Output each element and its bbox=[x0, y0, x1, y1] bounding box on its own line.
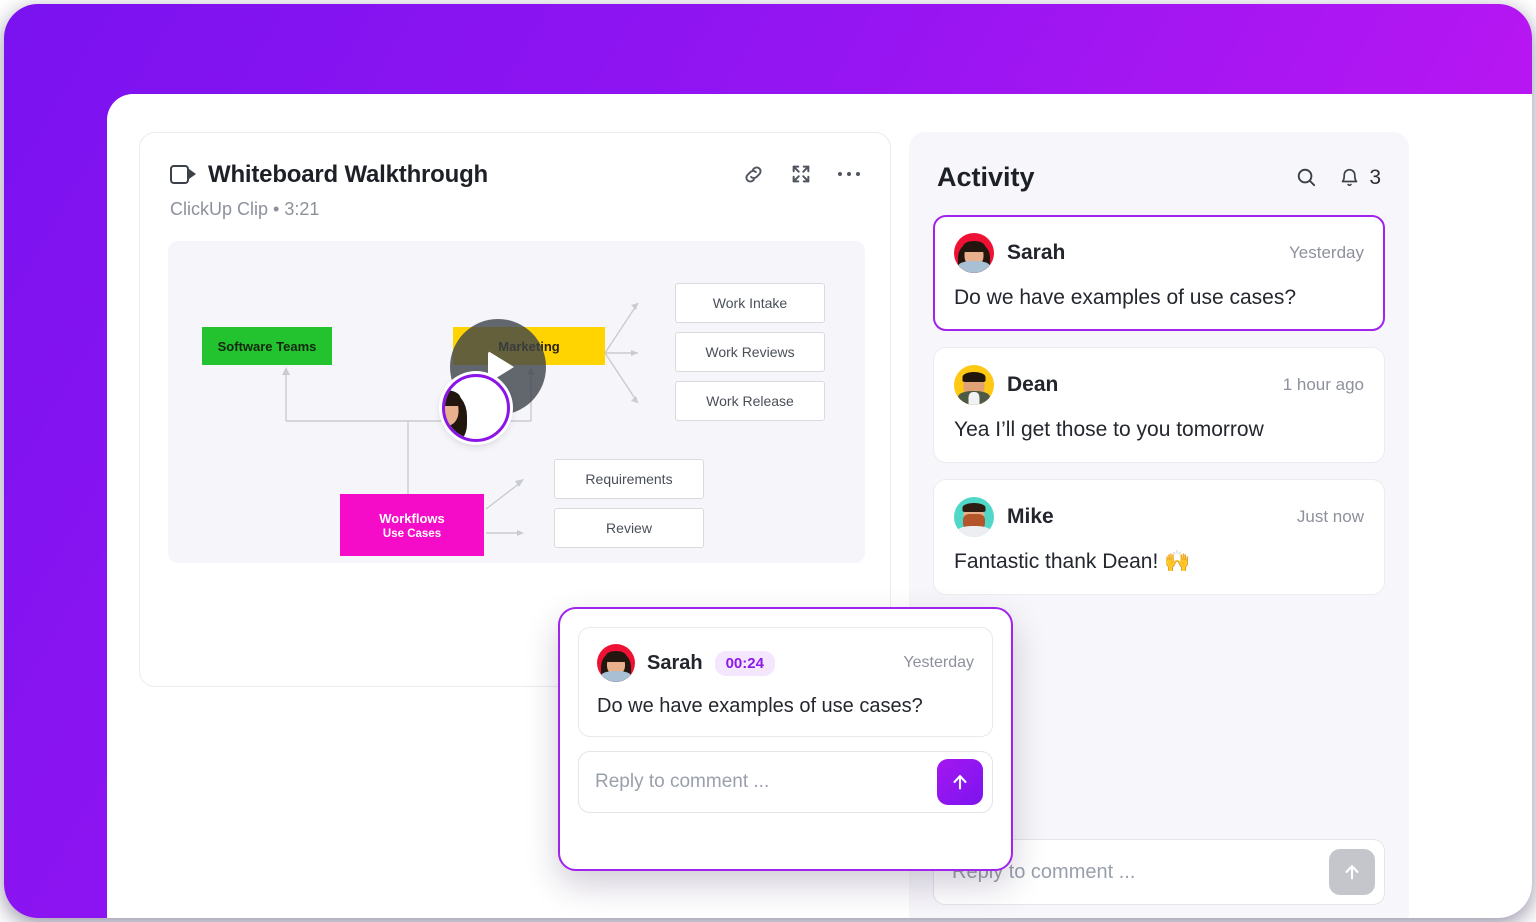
board-node-work-reviews[interactable]: Work Reviews bbox=[675, 332, 825, 372]
board-node-workflows[interactable]: Workflows Use Cases bbox=[340, 494, 484, 556]
clip-comment-popup: Sarah 00:24 Yesterday Do we have example… bbox=[558, 607, 1013, 871]
popup-comment-time: Yesterday bbox=[903, 654, 974, 671]
board-node-label: Review bbox=[606, 520, 652, 536]
avatar bbox=[954, 497, 994, 537]
activity-comment-sarah[interactable]: Sarah Yesterday Do we have examples of u… bbox=[933, 215, 1385, 331]
popup-reply-input[interactable]: Reply to comment ... bbox=[595, 771, 769, 793]
comment-author: Sarah bbox=[1007, 241, 1066, 264]
page-title: Whiteboard Walkthrough bbox=[208, 161, 489, 188]
activity-comment-dean[interactable]: Dean 1 hour ago Yea I’ll get those to yo… bbox=[933, 347, 1385, 463]
notifications-button[interactable]: 3 bbox=[1339, 166, 1381, 190]
clip-actions bbox=[740, 161, 862, 187]
board-node-work-release[interactable]: Work Release bbox=[675, 381, 825, 421]
avatar bbox=[954, 233, 994, 273]
comment-header: Mike Just now bbox=[954, 497, 1364, 537]
comment-header: Sarah Yesterday bbox=[954, 233, 1364, 273]
popup-send-button[interactable] bbox=[937, 759, 983, 805]
board-node-sublabel: Use Cases bbox=[382, 527, 442, 540]
comment-header: Dean 1 hour ago bbox=[954, 365, 1364, 405]
popup-comment-header: Sarah 00:24 Yesterday bbox=[597, 644, 974, 682]
comment-time: 1 hour ago bbox=[1282, 375, 1364, 394]
popup-timestamp-badge[interactable]: 00:24 bbox=[714, 650, 775, 676]
search-icon[interactable] bbox=[1293, 165, 1319, 191]
avatar bbox=[597, 644, 635, 682]
board-node-label: Software Teams bbox=[217, 338, 317, 354]
comment-author: Dean bbox=[1007, 373, 1059, 396]
activity-tools: 3 bbox=[1293, 165, 1381, 191]
board-node-review[interactable]: Review bbox=[554, 508, 704, 548]
avatar-marker-sarah[interactable] bbox=[442, 374, 510, 442]
comment-time: Yesterday bbox=[1289, 243, 1364, 262]
activity-send-button[interactable] bbox=[1329, 849, 1375, 895]
board-node-label: Requirements bbox=[585, 471, 673, 487]
clip-header: Whiteboard Walkthrough ClickUp Clip • 3:… bbox=[140, 133, 890, 220]
notification-count: 3 bbox=[1369, 165, 1381, 189]
board-node-requirements[interactable]: Requirements bbox=[554, 459, 704, 499]
expand-icon[interactable] bbox=[788, 161, 814, 187]
comment-time: Just now bbox=[1296, 507, 1364, 526]
board-node-work-intake[interactable]: Work Intake bbox=[675, 283, 825, 323]
whiteboard-canvas[interactable]: Software Teams Marketing Workflows Use C… bbox=[168, 241, 865, 563]
popup-comment-card[interactable]: Sarah 00:24 Yesterday Do we have example… bbox=[578, 627, 993, 737]
clip-subtitle: ClickUp Clip • 3:21 bbox=[170, 199, 320, 219]
gradient-background: Whiteboard Walkthrough ClickUp Clip • 3:… bbox=[4, 4, 1532, 918]
board-node-label: Work Intake bbox=[712, 295, 788, 311]
popup-comment-text: Do we have examples of use cases? bbox=[597, 695, 923, 717]
board-node-label: Workflows bbox=[379, 510, 445, 526]
popup-reply-row: Reply to comment ... bbox=[578, 751, 993, 813]
popup-comment-author: Sarah bbox=[647, 651, 703, 674]
link-icon[interactable] bbox=[740, 161, 766, 187]
comment-text: Do we have examples of use cases? bbox=[954, 286, 1297, 309]
comment-text: Yea I’ll get those to you tomorrow bbox=[954, 418, 1264, 441]
comment-text: Fantastic thank Dean! 🙌 bbox=[954, 550, 1191, 573]
app-window: Whiteboard Walkthrough ClickUp Clip • 3:… bbox=[107, 94, 1532, 918]
activity-comment-list: Sarah Yesterday Do we have examples of u… bbox=[909, 193, 1409, 595]
video-camera-icon bbox=[170, 165, 196, 185]
activity-title: Activity bbox=[937, 162, 1035, 192]
activity-comment-mike[interactable]: Mike Just now Fantastic thank Dean! 🙌 bbox=[933, 479, 1385, 595]
comment-author: Mike bbox=[1007, 505, 1054, 528]
board-node-label: Work Reviews bbox=[705, 344, 795, 360]
activity-header: Activity 3 bbox=[909, 132, 1409, 193]
ellipsis-icon[interactable] bbox=[836, 161, 862, 187]
avatar bbox=[954, 365, 994, 405]
board-node-label: Work Release bbox=[706, 393, 794, 409]
bell-icon bbox=[1341, 168, 1358, 186]
board-node-software-teams[interactable]: Software Teams bbox=[202, 327, 332, 365]
clip-viewer-panel: Whiteboard Walkthrough ClickUp Clip • 3:… bbox=[139, 132, 1013, 871]
